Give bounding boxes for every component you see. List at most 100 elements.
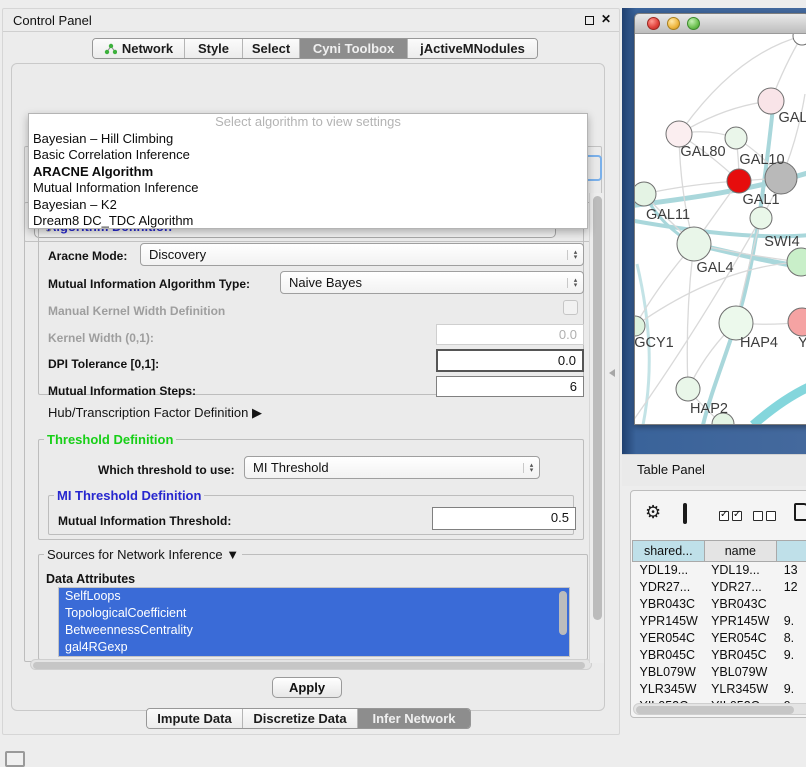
dropdown-item[interactable]: Basic Correlation Inference — [29, 147, 587, 164]
list-item[interactable]: gal4RGexp — [59, 639, 569, 656]
unchecked-pair-icon[interactable] — [753, 508, 779, 526]
tab-network[interactable]: Network — [93, 39, 184, 58]
split-columns-icon[interactable] — [683, 503, 687, 524]
mi-algorithm-type-select[interactable]: Naive Bayes ▴▾ — [280, 271, 584, 294]
minimized-panel-icon[interactable] — [5, 751, 25, 767]
tab-jactivemnodules[interactable]: jActiveMNodules — [407, 39, 537, 58]
network-node-gal1[interactable] — [727, 169, 751, 193]
table-row[interactable]: YBR043CYBR043C — [633, 596, 806, 613]
column-header[interactable]: shared... — [633, 541, 705, 562]
expanded-arrow-icon[interactable]: ▼ — [226, 547, 239, 562]
network-node-swi4[interactable] — [750, 207, 772, 229]
node-label: GCY1 — [635, 335, 674, 351]
dpi-tolerance-input[interactable]: 0.0 — [436, 349, 584, 372]
list-item[interactable]: TopologicalCoefficient — [59, 605, 569, 622]
network-node-gcy1[interactable] — [635, 316, 645, 336]
network-node-y[interactable] — [788, 308, 806, 336]
node-label: GAL1 — [742, 192, 779, 208]
network-node-gal10[interactable] — [725, 127, 747, 149]
tab-impute-data[interactable]: Impute Data — [147, 709, 242, 728]
aracne-mode-select[interactable]: Discovery ▴▾ — [140, 243, 584, 266]
tab-style[interactable]: Style — [184, 39, 242, 58]
list-scrollbar-thumb[interactable] — [559, 591, 567, 635]
tab-discretize-data[interactable]: Discretize Data — [242, 709, 357, 728]
network-icon — [104, 43, 117, 55]
stepper-arrows-icon: ▴▾ — [567, 278, 583, 288]
table-horizontal-scrollbar-thumb[interactable] — [636, 706, 794, 714]
settings-scrollbar-thumb[interactable] — [593, 196, 602, 620]
kernel-width-input[interactable]: 0.0 — [436, 324, 584, 345]
column-header[interactable]: name — [704, 541, 777, 562]
table-row[interactable]: YER054CYER054C8. — [633, 630, 806, 647]
minimize-light-icon[interactable] — [667, 17, 680, 30]
tab-infer-network[interactable]: Infer Network — [357, 709, 470, 728]
close-icon[interactable]: ✕ — [601, 12, 611, 26]
dpi-tolerance-label: DPI Tolerance [0,1]: — [48, 357, 159, 371]
node-label: GAL10 — [739, 152, 784, 168]
node-label: GAL80 — [680, 144, 725, 160]
page-icon[interactable] — [794, 503, 806, 521]
tab-cyni-toolbox[interactable]: Cyni Toolbox — [299, 39, 407, 58]
splitter-handle-icon[interactable] — [609, 369, 615, 377]
horizontal-scrollbar-thumb[interactable] — [33, 662, 585, 669]
zoom-light-icon[interactable] — [687, 17, 700, 30]
top-tab-bar: NetworkStyleSelectCyni ToolboxjActiveMNo… — [92, 38, 538, 59]
float-window-icon[interactable] — [585, 16, 594, 25]
mi-threshold-label: Mutual Information Threshold: — [58, 514, 231, 528]
apply-button[interactable]: Apply — [272, 677, 342, 698]
table-toolbar: ⚙ — [631, 491, 806, 537]
table-row[interactable]: YBL079WYBL079W — [633, 664, 806, 681]
list-item[interactable]: SelfLoops — [59, 588, 569, 605]
mi-algorithm-type-label: Mutual Information Algorithm Type: — [48, 277, 250, 291]
data-attributes-label: Data Attributes — [46, 572, 135, 586]
dropdown-item[interactable]: Bayesian – K2 — [29, 197, 587, 214]
dropdown-placeholder: Select algorithm to view settings — [29, 114, 587, 131]
control-panel-titlebar: Control Panel ✕ — [3, 9, 619, 32]
control-panel-title: Control Panel — [13, 13, 92, 28]
network-node[interactable] — [787, 248, 806, 276]
dropdown-item[interactable]: ARACNE Algorithm — [29, 164, 587, 181]
algorithm-dropdown-list: Select algorithm to view settingsBayesia… — [28, 113, 588, 229]
network-node[interactable] — [793, 34, 806, 45]
mi-steps-input[interactable]: 6 — [436, 376, 584, 397]
close-light-icon[interactable] — [647, 17, 660, 30]
horizontal-scrollbar[interactable] — [30, 659, 592, 670]
column-header[interactable] — [777, 541, 806, 562]
dropdown-item[interactable]: Dream8 DC_TDC Algorithm — [29, 213, 587, 230]
dropdown-item[interactable]: Bayesian – Hill Climbing — [29, 131, 587, 148]
network-canvas[interactable]: GALGAL80GAL10GAL1GAL11SWI4GAL4GCY1HAP4YH… — [635, 34, 806, 425]
manual-kernel-width-checkbox[interactable] — [563, 300, 578, 315]
data-attributes-list[interactable]: SelfLoopsTopologicalCoefficientBetweenne… — [58, 587, 570, 657]
settings-scrollbar[interactable] — [589, 193, 604, 663]
mi-threshold-input[interactable]: 0.5 — [432, 507, 576, 530]
dropdown-item[interactable]: Mutual Information Inference — [29, 180, 587, 197]
network-node-hap2[interactable] — [676, 377, 700, 401]
network-node-gal4[interactable] — [677, 227, 711, 261]
table-row[interactable]: YDR27...YDR27...12 — [633, 579, 806, 596]
node-table: shared...name YDL19...YDL19...13YDR27...… — [632, 540, 806, 715]
tab-select[interactable]: Select — [242, 39, 299, 58]
mi-steps-label: Mutual Information Steps: — [48, 384, 196, 398]
list-item[interactable]: BetweennessCentrality — [59, 622, 569, 639]
settings-gear-icon[interactable]: ⚙ — [645, 502, 661, 523]
node-label: HAP4 — [740, 335, 778, 351]
table-row[interactable]: YDL19...YDL19...13 — [633, 562, 806, 579]
table-row[interactable]: YBR045CYBR045C9. — [633, 647, 806, 664]
collapsed-arrow-icon: ▶ — [252, 405, 262, 420]
which-threshold-select[interactable]: MI Threshold ▴▾ — [244, 456, 540, 479]
node-label: Y — [798, 335, 806, 351]
kernel-width-label: Kernel Width (0,1): — [48, 331, 154, 345]
manual-kernel-width-label: Manual Kernel Width Definition — [48, 304, 225, 318]
control-panel-window: Control Panel ✕ NetworkStyleSelectCyni T… — [2, 8, 620, 735]
table-row[interactable]: YLR345WYLR345W9. — [633, 681, 806, 698]
table-horizontal-scrollbar[interactable] — [633, 703, 806, 715]
network-window-titlebar — [635, 14, 806, 34]
node-label: GAL4 — [696, 260, 733, 276]
network-node-gal11[interactable] — [635, 182, 656, 206]
table-panel: ⚙ shared...name YDL19...YDL19...13YDR27.… — [630, 490, 806, 718]
bottom-tab-bar: Impute DataDiscretize DataInfer Network — [146, 708, 471, 729]
table-row[interactable]: YPR145WYPR145W9. — [633, 613, 806, 630]
which-threshold-label: Which threshold to use: — [98, 463, 235, 477]
checked-pair-icon[interactable] — [719, 508, 745, 526]
hub-definition-toggle[interactable]: Hub/Transcription Factor Definition ▶ — [48, 405, 262, 421]
